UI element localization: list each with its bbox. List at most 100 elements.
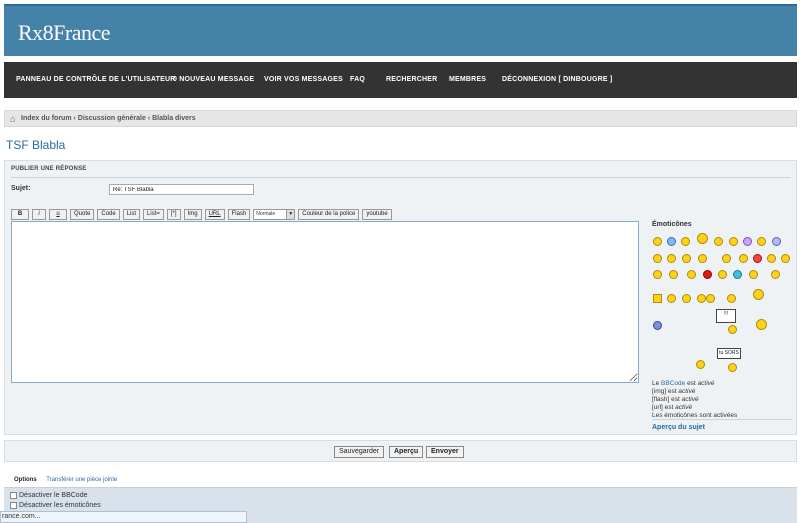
site-logo[interactable]: Rx8France: [18, 20, 111, 46]
bbinfo-state: activé: [697, 380, 715, 387]
italic-button[interactable]: i: [32, 208, 46, 220]
font-size-value: Normale: [256, 210, 276, 217]
message-textarea[interactable]: [11, 221, 639, 383]
panel-heading: PUBLIER UNE RÉPONSE: [11, 166, 87, 172]
bbinfo-text: est: [685, 380, 698, 387]
youtube-button[interactable]: youtube: [362, 208, 392, 220]
smiley-icon[interactable]: [739, 254, 748, 263]
smiley-icon[interactable]: [653, 270, 662, 279]
disable-bbcode-checkbox[interactable]: [10, 492, 17, 499]
preview-button[interactable]: Aperçu: [389, 446, 424, 458]
bbcode-status: Le BBCode est activé [img] est activé [f…: [652, 380, 792, 420]
underline-button[interactable]: u: [49, 208, 67, 220]
smiley-icon[interactable]: [743, 237, 752, 246]
disable-bbcode-label: Désactiver le BBCode: [19, 492, 88, 499]
save-draft-button[interactable]: Sauvegarder: [334, 446, 385, 458]
bbinfo-state: activé: [675, 404, 693, 411]
nav-members[interactable]: MEMBRES: [449, 76, 486, 83]
smiley-icon[interactable]: [722, 254, 731, 263]
subject-label: Sujet:: [11, 185, 31, 192]
smiley-icon[interactable]: [781, 254, 790, 263]
chevron-down-icon: ▼: [286, 209, 295, 219]
smiley-icon[interactable]: [669, 270, 678, 279]
smiley-icon[interactable]: [697, 294, 706, 303]
smiley-icon[interactable]: [714, 237, 723, 246]
smiley-icon[interactable]: [749, 270, 758, 279]
smiley-icon[interactable]: [733, 270, 742, 279]
smiley-icon[interactable]: [727, 294, 736, 303]
tu-sors-sign-icon[interactable]: tu SORS: [717, 348, 741, 359]
sign-smiley-icon[interactable]: !!!: [716, 309, 736, 323]
smiley-icon[interactable]: [653, 321, 662, 330]
smiley-icon[interactable]: [753, 289, 764, 300]
smiley-icon[interactable]: [681, 237, 690, 246]
smiley-icon[interactable]: [698, 254, 707, 263]
divider: [652, 419, 792, 420]
home-icon[interactable]: ⌂: [10, 114, 15, 124]
tab-options[interactable]: Options: [14, 477, 37, 483]
nav-control-panel[interactable]: PANNEAU DE CONTRÔLE DE L'UTILISATEUR: [16, 76, 176, 83]
smiley-icon[interactable]: [687, 270, 696, 279]
tab-attachments[interactable]: Transférer une pièce jointe: [46, 477, 117, 483]
divider: [11, 177, 791, 178]
smiley-icon[interactable]: [729, 237, 738, 246]
flash-button[interactable]: Flash: [227, 208, 251, 220]
smiley-icon[interactable]: [697, 233, 708, 244]
url-button[interactable]: URL: [204, 208, 225, 220]
smiley-icon[interactable]: [653, 237, 662, 246]
disable-smilies-checkbox[interactable]: [10, 502, 17, 509]
post-reply-panel: PUBLIER UNE RÉPONSE Sujet: B i u Quote C…: [4, 160, 797, 435]
smiley-icon[interactable]: [728, 325, 737, 334]
code-button[interactable]: Code: [97, 208, 120, 220]
nav-view-messages[interactable]: VOIR VOS MESSAGES: [264, 76, 343, 83]
bbcode-link[interactable]: BBCode: [661, 380, 685, 387]
disable-smilies-option: Désactiver les émoticônes: [10, 502, 101, 509]
smiley-icon[interactable]: [771, 270, 780, 279]
disable-bbcode-option: Désactiver le BBCode: [10, 492, 87, 499]
smiley-icon[interactable]: [667, 254, 676, 263]
list-item-button[interactable]: [*]: [166, 208, 181, 220]
warning-icon[interactable]: [653, 294, 662, 303]
smiley-icon[interactable]: [653, 254, 662, 263]
breadcrumb: ⌂ Index du forum ‹ Discussion générale ‹…: [4, 110, 797, 127]
list-button[interactable]: List: [122, 208, 141, 220]
nav-search[interactable]: RECHERCHER: [386, 76, 437, 83]
smiley-icon[interactable]: [667, 237, 676, 246]
bbinfo-text: [img] est: [652, 388, 679, 395]
font-size-select[interactable]: Normale ▼: [253, 208, 296, 220]
disable-smilies-label: Désactiver les émoticônes: [19, 502, 101, 509]
smiley-icon[interactable]: [682, 254, 691, 263]
smiley-icon[interactable]: [703, 270, 712, 279]
breadcrumb-trail[interactable]: Index du forum ‹ Discussion générale ‹ B…: [21, 115, 196, 122]
img-button[interactable]: Img: [183, 208, 202, 220]
smiley-icon[interactable]: [772, 237, 781, 246]
smiley-icon[interactable]: [682, 294, 691, 303]
emoticons-title: Émoticônes: [652, 221, 692, 228]
nav-logout[interactable]: DÉCONNEXION [ DINBOUGRE ]: [502, 76, 612, 83]
font-color-button[interactable]: Couleur de la police: [298, 208, 360, 220]
browser-status-bar: rance.com...: [0, 511, 247, 523]
smiley-icon[interactable]: [757, 237, 766, 246]
submit-bar: Sauvegarder Aperçu Envoyer: [4, 440, 797, 462]
smiley-icon[interactable]: [753, 254, 762, 263]
smiley-icon[interactable]: [728, 363, 737, 372]
subject-input[interactable]: [109, 184, 254, 195]
bbinfo-state: activé: [681, 396, 699, 403]
smiley-icon[interactable]: [706, 294, 715, 303]
smiley-icon[interactable]: [667, 294, 676, 303]
smiley-icon[interactable]: [696, 360, 705, 369]
quote-button[interactable]: Quote: [70, 208, 95, 220]
smiley-icon[interactable]: [756, 319, 767, 330]
ordered-list-button[interactable]: List=: [143, 208, 164, 220]
smiley-icon[interactable]: [718, 270, 727, 279]
nav-new-messages[interactable]: 0 NOUVEAU MESSAGE: [173, 76, 254, 83]
submit-button[interactable]: Envoyer: [426, 446, 464, 458]
topic-preview-link[interactable]: Aperçu du sujet: [652, 424, 705, 431]
bold-button[interactable]: B: [11, 208, 29, 220]
bbinfo-text: [flash] est: [652, 396, 682, 403]
smiley-icon[interactable]: [767, 254, 776, 263]
topic-title[interactable]: TSF Blabla: [6, 138, 65, 152]
bbinfo-text: Le: [652, 380, 662, 387]
bbcode-toolbar: B i u Quote Code List List= [*] Img URL …: [11, 208, 392, 220]
nav-faq[interactable]: FAQ: [350, 76, 365, 83]
